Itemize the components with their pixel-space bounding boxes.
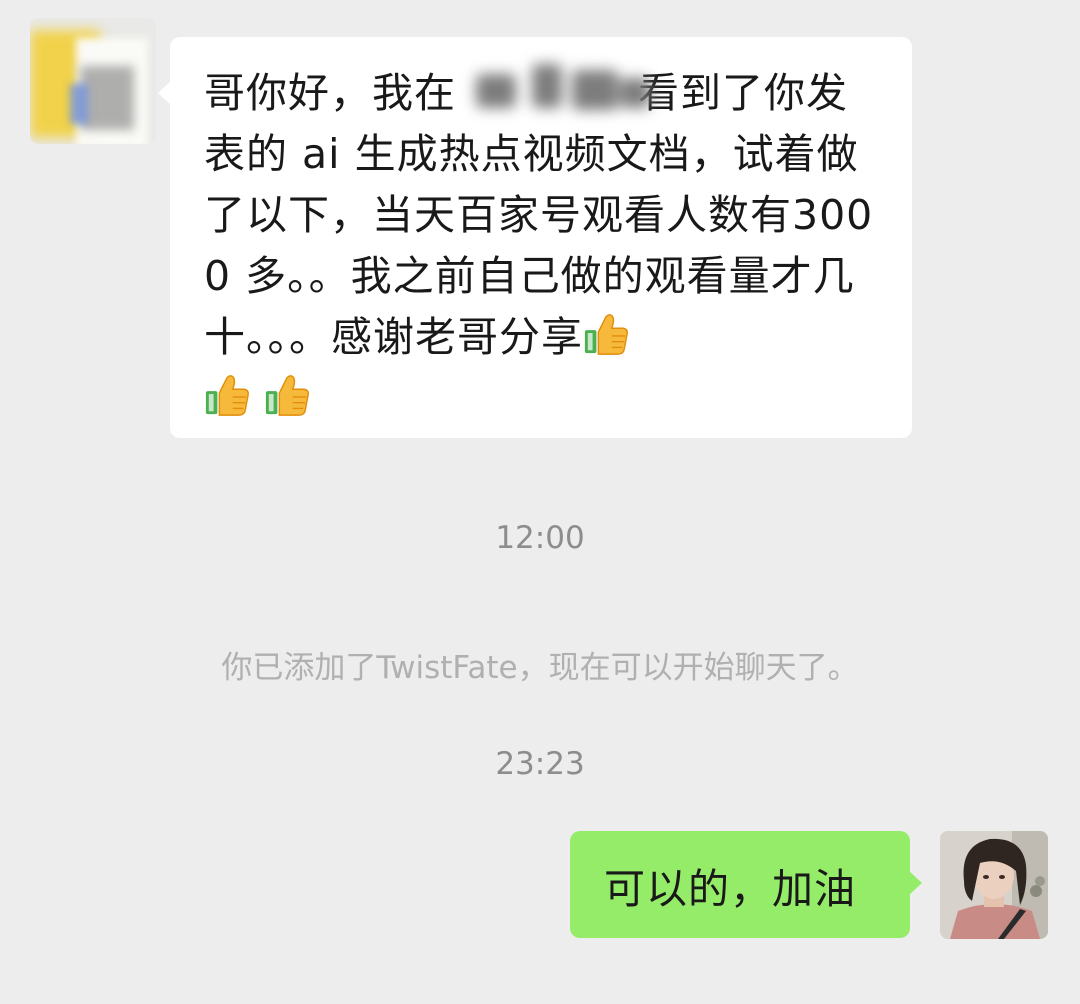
user-avatar[interactable]: [940, 831, 1048, 939]
thumbs-up-icon: [204, 372, 250, 418]
timestamp: 23:23: [495, 746, 585, 782]
message-line: 表的 ai 生成热点视频文档，试着: [204, 130, 817, 178]
outgoing-message-bubble[interactable]: 可以的，加油: [570, 831, 922, 938]
thumbs-up-icon: [264, 372, 310, 418]
outgoing-message-text: 可以的，加油: [604, 864, 856, 913]
system-notice: 你已添加了TwistFate，现在可以开始聊天了。: [221, 650, 859, 686]
chat-view: 哥你好，我在 看到了你发表的 ai 生成热点视频文档，试着做了以下，当天百家号观看…: [0, 0, 1080, 1004]
thumbs-up-icon: [583, 311, 629, 357]
message-line: 哥你好，我在: [204, 69, 456, 117]
timestamp: 12:00: [495, 520, 585, 556]
incoming-message-text: 哥你好，我在 看到了你发表的 ai 生成热点视频文档，试着做了以下，当天百家号观看…: [204, 63, 882, 429]
message-line: 看到了你发: [638, 69, 848, 117]
redacted-text-blur: [470, 60, 656, 116]
contact-avatar[interactable]: [30, 18, 156, 144]
